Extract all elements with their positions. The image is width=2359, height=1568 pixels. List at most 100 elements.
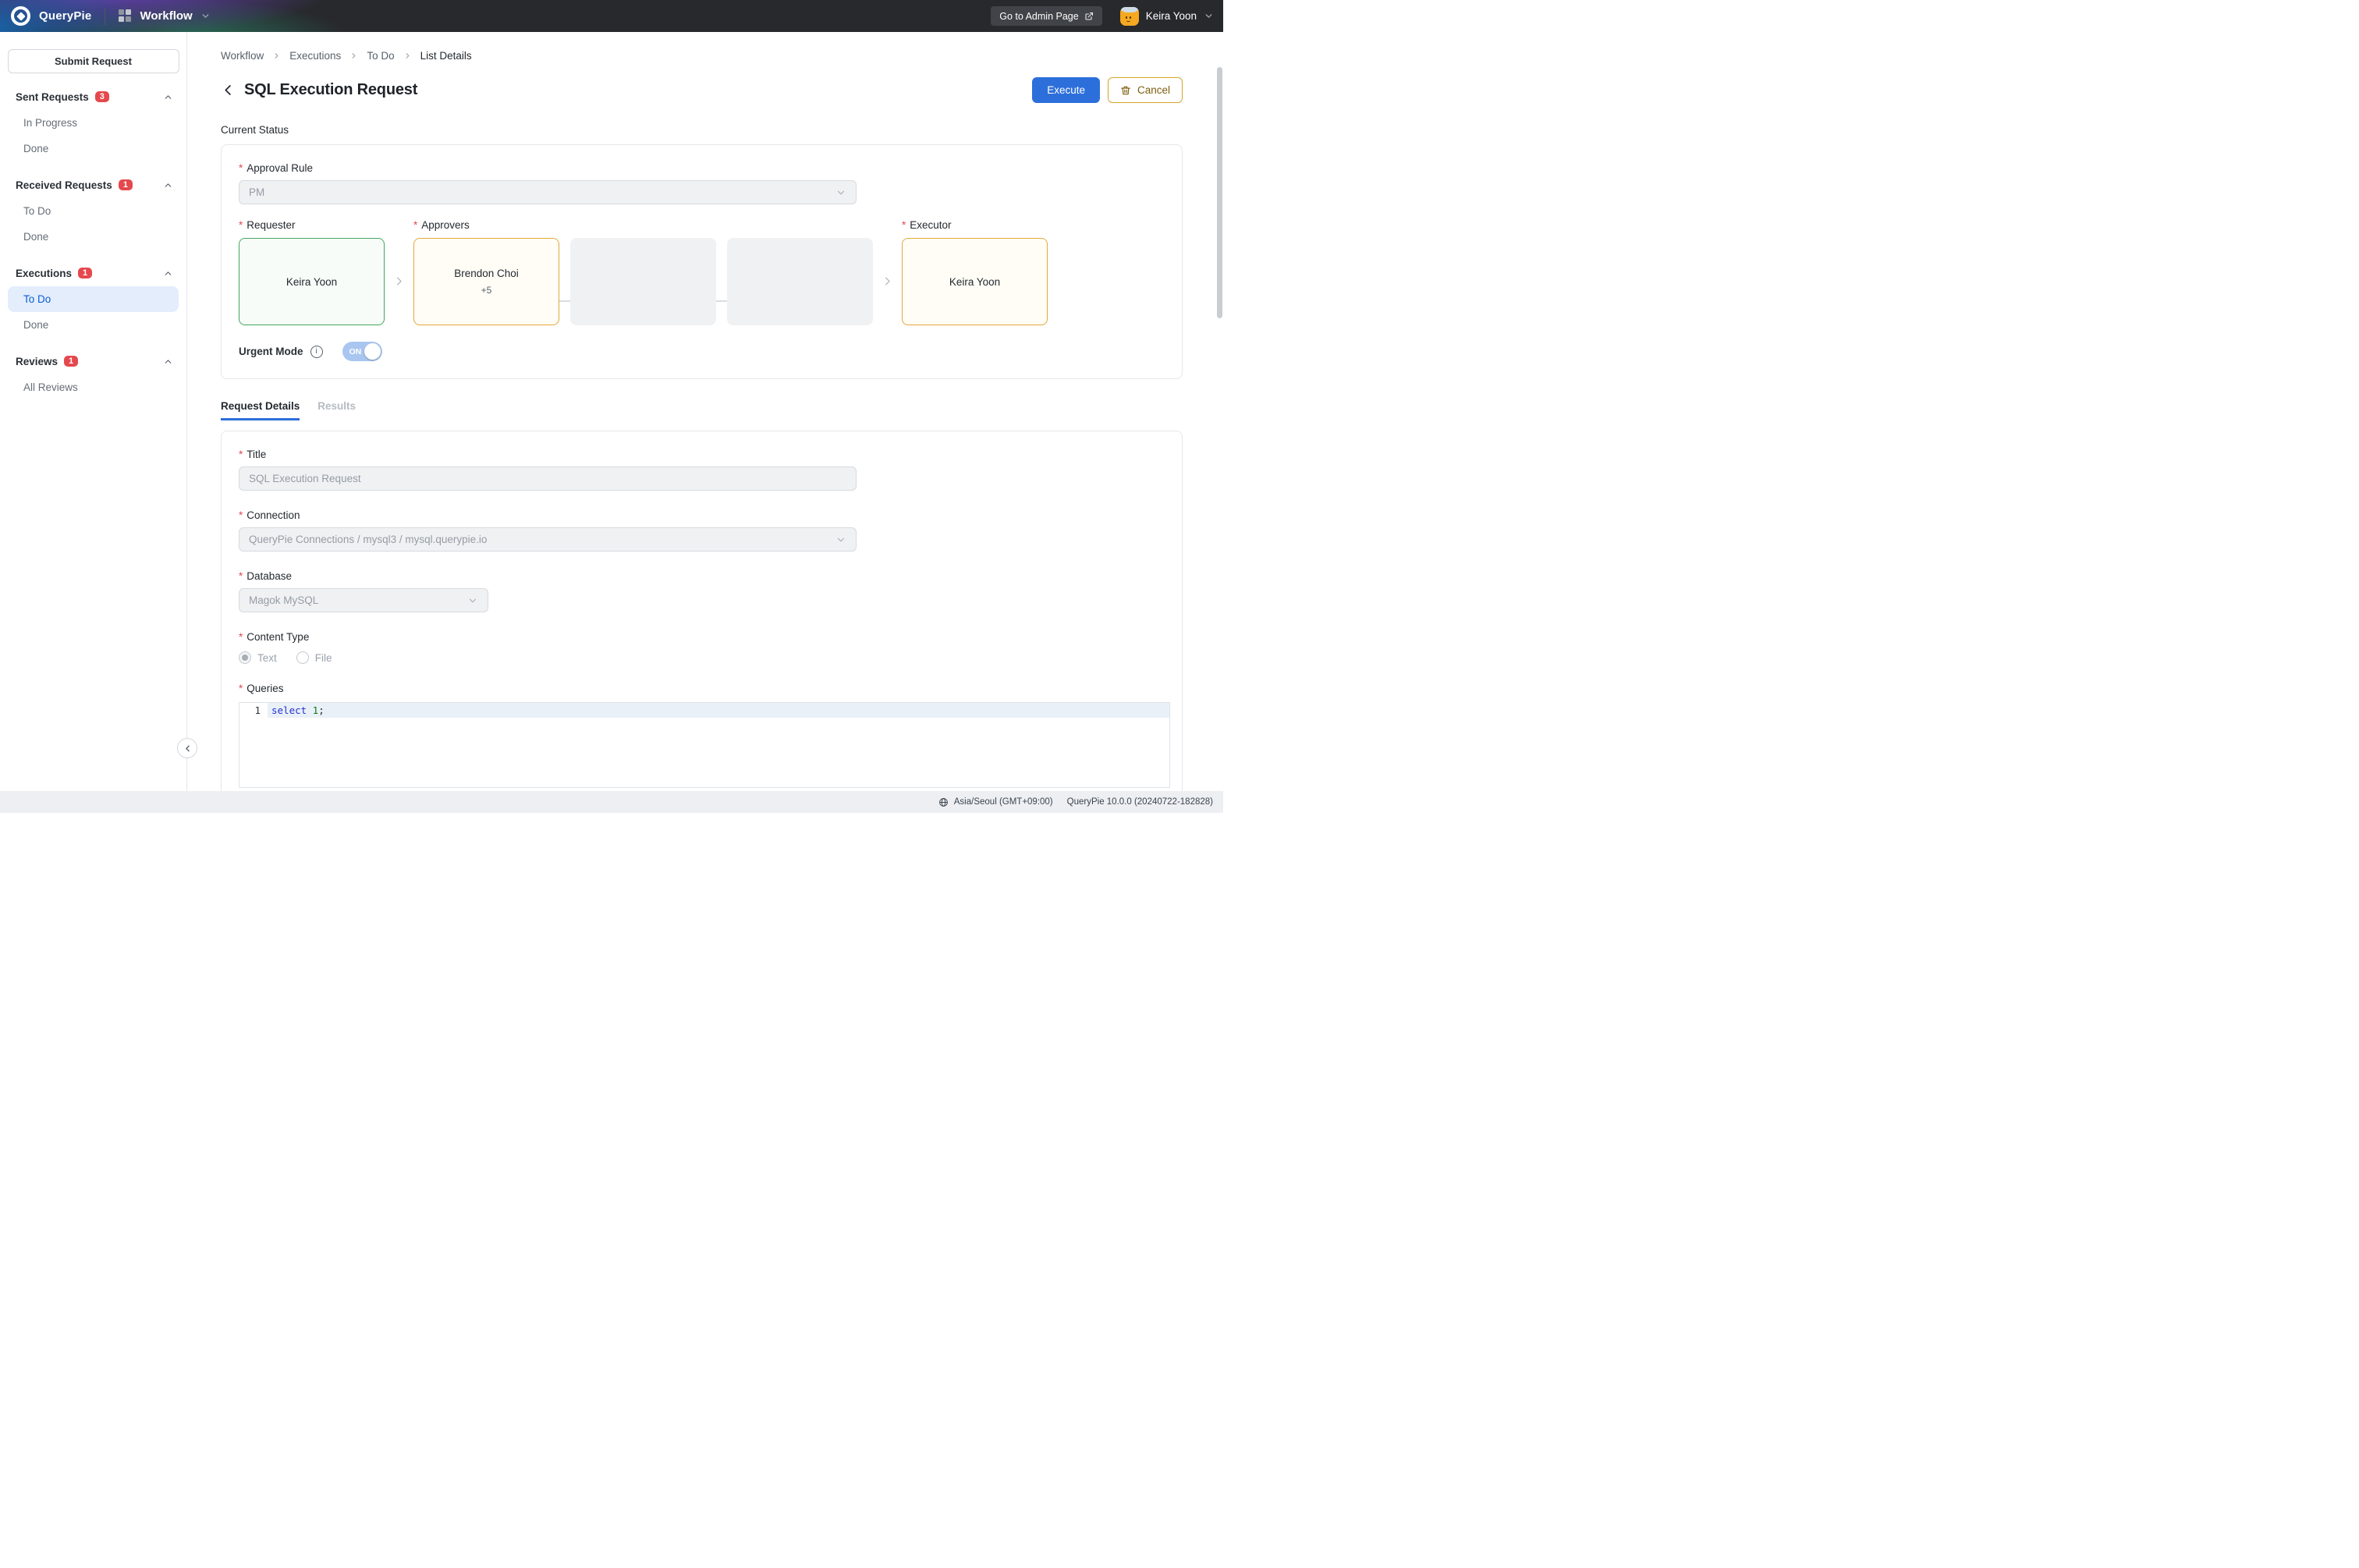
urgent-mode-toggle[interactable]: ON <box>342 342 382 361</box>
connection-value: QueryPie Connections / mysql3 / mysql.qu… <box>249 534 487 545</box>
chevron-down-icon <box>835 534 846 545</box>
approver-card: Brendon Choi +5 <box>413 238 559 325</box>
sidebar-item-all-reviews[interactable]: All Reviews <box>8 374 179 400</box>
content-type-radio-file[interactable]: File <box>296 651 332 664</box>
connection-field-label: Connection <box>247 509 300 521</box>
app-switcher-menu[interactable]: Workflow <box>119 9 210 23</box>
sidebar-item-sent-in-progress[interactable]: In Progress <box>8 110 179 136</box>
chevron-down-icon <box>200 11 211 21</box>
admin-button-label: Go to Admin Page <box>999 11 1078 22</box>
version-label: QueryPie 10.0.0 (20240722-182828) <box>1067 797 1213 807</box>
required-marker: * <box>239 509 243 521</box>
radio-unselected-icon <box>296 651 309 664</box>
approval-rule-label: Approval Rule <box>247 162 313 174</box>
sidebar-item-sent-done[interactable]: Done <box>8 136 179 161</box>
chevron-right-icon <box>272 51 281 60</box>
content-type-radio-text[interactable]: Text <box>239 651 277 664</box>
user-avatar <box>1120 7 1139 26</box>
go-to-admin-page-button[interactable]: Go to Admin Page <box>991 6 1101 26</box>
sidebar: Submit Request Sent Requests 3 In Progre… <box>0 32 187 791</box>
queries-field-label: Queries <box>247 683 283 694</box>
sidebar-section-sent-requests[interactable]: Sent Requests 3 <box>0 83 186 110</box>
chevron-up-icon <box>163 180 173 190</box>
approval-rule-value: PM <box>249 186 264 198</box>
radio-text-label: Text <box>257 652 277 664</box>
tab-request-details[interactable]: Request Details <box>221 400 300 420</box>
current-status-heading: Current Status <box>221 124 1183 136</box>
sidebar-item-received-done[interactable]: Done <box>8 224 179 250</box>
approval-rule-select[interactable]: PM <box>239 180 857 204</box>
content-type-field-label: Content Type <box>247 631 309 643</box>
cancel-button-label: Cancel <box>1137 84 1170 96</box>
required-marker: * <box>239 570 243 582</box>
current-status-card: * Approval Rule PM * Requester Keira Yoo <box>221 144 1183 379</box>
sidebar-section-received-requests[interactable]: Received Requests 1 <box>0 172 186 198</box>
breadcrumb-workflow[interactable]: Workflow <box>221 50 264 62</box>
sidebar-collapse-button[interactable] <box>177 738 197 758</box>
approval-flow: * Requester Keira Yoon * Approver <box>239 219 1165 325</box>
top-bar: QueryPie Workflow Go to Admin Page Keira… <box>0 0 1223 32</box>
chevron-down-icon <box>835 187 846 198</box>
brand-name: QueryPie <box>39 9 91 23</box>
code-content: select 1; <box>268 703 1169 718</box>
executor-card: Keira Yoon <box>902 238 1048 325</box>
count-badge: 1 <box>119 179 133 191</box>
globe-icon <box>938 797 949 807</box>
sidebar-section-executions[interactable]: Executions 1 <box>0 260 186 286</box>
toggle-state-label: ON <box>349 347 362 357</box>
sidebar-nav: Sent Requests 3 In Progress Done Receive… <box>0 83 186 400</box>
sidebar-item-received-to-do[interactable]: To Do <box>8 198 179 224</box>
count-badge: 3 <box>95 91 109 103</box>
line-number: 1 <box>239 703 268 718</box>
section-label: Sent Requests <box>16 91 89 103</box>
required-marker: * <box>239 162 243 174</box>
chevron-up-icon <box>163 357 173 367</box>
app-window: QueryPie Workflow Go to Admin Page Keira… <box>0 0 1223 813</box>
user-name: Keira Yoon <box>1146 10 1197 22</box>
database-field-label: Database <box>247 570 292 582</box>
apps-grid-icon <box>119 9 132 23</box>
count-badge: 1 <box>64 356 78 367</box>
chevron-down-icon <box>467 595 478 606</box>
tab-results[interactable]: Results <box>317 400 356 420</box>
requester-name: Keira Yoon <box>286 276 337 288</box>
executor-name: Keira Yoon <box>949 276 1000 288</box>
radio-file-label: File <box>315 652 332 664</box>
vertical-scrollbar[interactable] <box>1217 67 1222 318</box>
user-account-menu[interactable]: Keira Yoon <box>1102 7 1214 26</box>
chevron-right-icon <box>403 51 412 60</box>
title-field-label: Title <box>247 449 266 460</box>
submit-request-button[interactable]: Submit Request <box>8 49 179 73</box>
cancel-button[interactable]: Cancel <box>1108 77 1183 103</box>
required-marker: * <box>239 449 243 460</box>
sidebar-item-executions-to-do[interactable]: To Do <box>8 286 179 312</box>
back-button[interactable] <box>221 83 236 98</box>
sidebar-section-reviews[interactable]: Reviews 1 <box>0 348 186 374</box>
database-value: Magok MySQL <box>249 594 318 606</box>
page-title: SQL Execution Request <box>244 81 417 99</box>
sql-number: 1 <box>307 704 318 716</box>
querypie-logo-icon <box>11 6 30 26</box>
database-select[interactable]: Magok MySQL <box>239 588 488 612</box>
breadcrumb-executions[interactable]: Executions <box>289 50 341 62</box>
sidebar-item-executions-done[interactable]: Done <box>8 312 179 338</box>
request-details-card: * Title SQL Execution Request * Connecti… <box>221 431 1183 791</box>
execute-button[interactable]: Execute <box>1032 77 1100 103</box>
urgent-mode-label: Urgent Mode <box>239 346 303 357</box>
approver-placeholder-card <box>570 238 716 325</box>
info-icon[interactable]: i <box>310 346 323 358</box>
title-input[interactable]: SQL Execution Request <box>239 466 857 491</box>
trash-icon <box>1120 85 1131 96</box>
query-editor[interactable]: 1 select 1; <box>239 702 1170 788</box>
approvers-label: Approvers <box>421 219 470 231</box>
connection-select[interactable]: QueryPie Connections / mysql3 / mysql.qu… <box>239 527 857 552</box>
required-marker: * <box>239 683 243 694</box>
main-content: Workflow Executions To Do List Details S… <box>187 32 1223 791</box>
chevron-up-icon <box>163 92 173 102</box>
chevron-right-icon <box>349 51 358 60</box>
sql-terminator: ; <box>318 704 325 716</box>
chevron-down-icon <box>1204 11 1214 21</box>
chevron-left-icon <box>221 83 236 98</box>
breadcrumb-to-do[interactable]: To Do <box>367 50 394 62</box>
chevron-up-icon <box>163 268 173 278</box>
